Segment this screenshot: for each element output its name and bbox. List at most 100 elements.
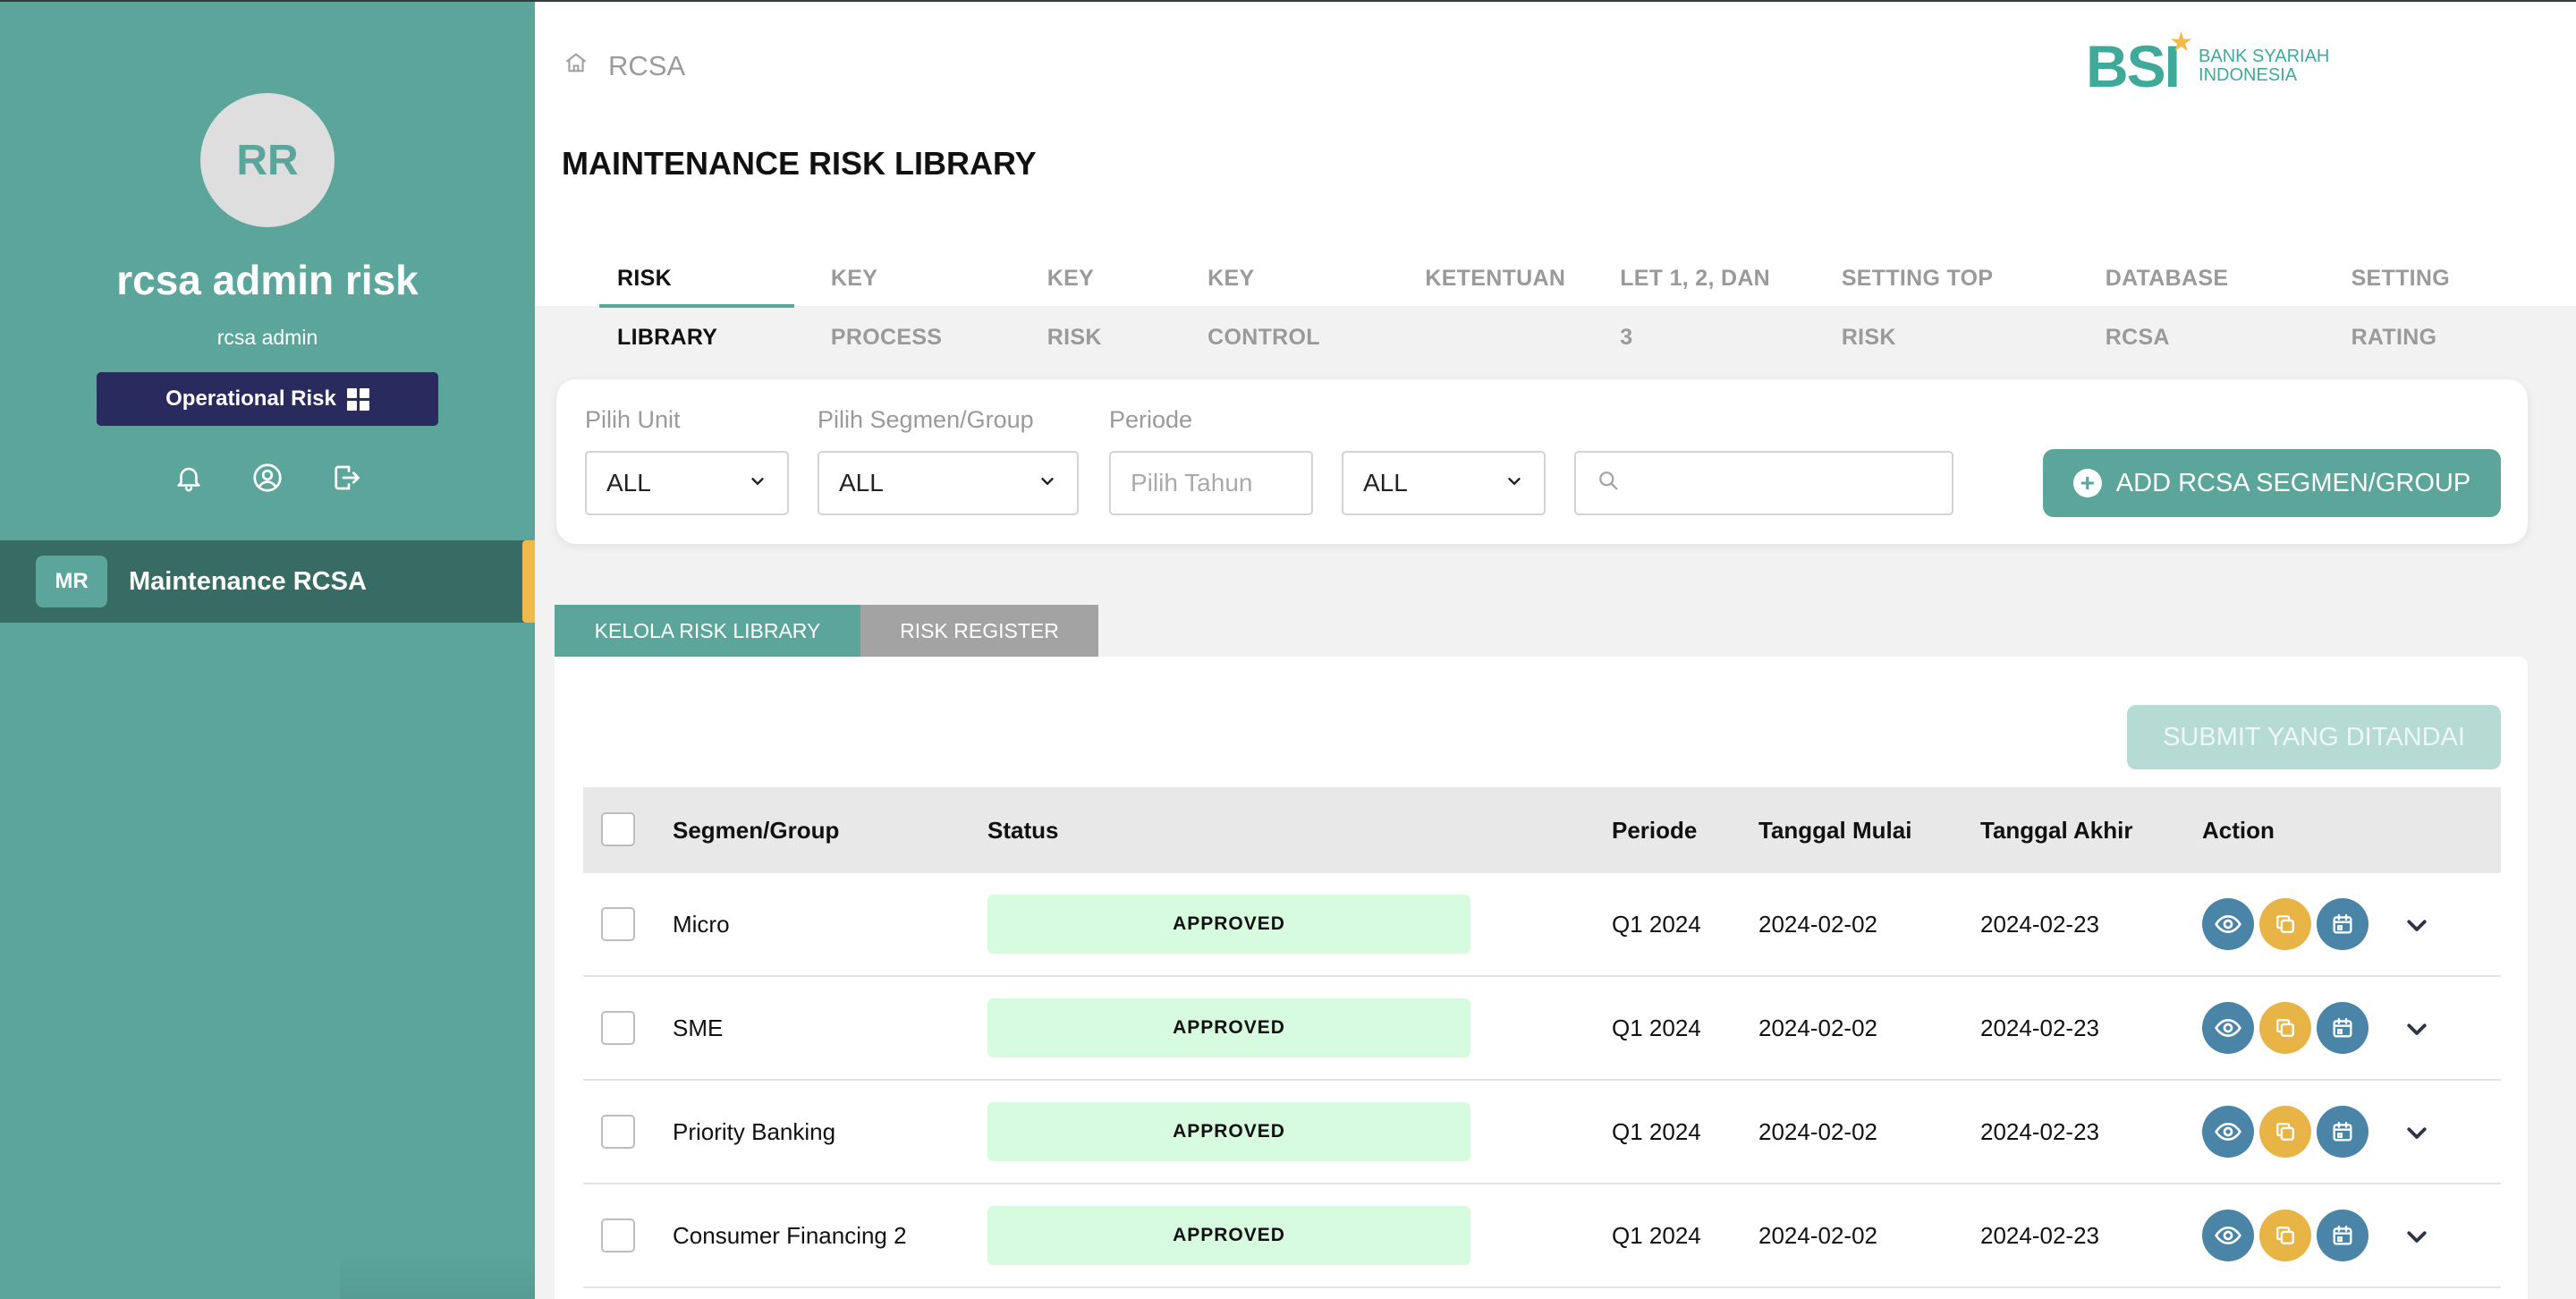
search-input[interactable] — [1574, 451, 1953, 515]
subtab-kelola-risk-library[interactable]: KELOLA RISK LIBRARY — [555, 605, 860, 657]
user-name: rcsa admin risk — [116, 257, 419, 303]
col-start: Tanggal Mulai — [1758, 817, 1912, 844]
cell-start: 2024-02-02 — [1758, 1222, 1877, 1249]
add-rcsa-segment-button[interactable]: + ADD RCSA SEGMEN/GROUP — [2043, 449, 2501, 517]
quarter-select-value: ALL — [1363, 469, 1408, 497]
star-icon: ★ — [2169, 28, 2193, 57]
eye-icon[interactable] — [2202, 1002, 2254, 1054]
user-circle-icon[interactable] — [251, 462, 284, 494]
grid-icon — [346, 387, 369, 411]
eye-icon[interactable] — [2202, 898, 2254, 950]
logout-icon[interactable] — [330, 462, 362, 494]
tab-setting-rating[interactable]: SETTING RATING — [2334, 249, 2557, 350]
cell-start: 2024-02-02 — [1758, 1015, 1877, 1041]
quarter-select[interactable]: ALL — [1342, 451, 1546, 515]
cell-segment: Priority Banking — [673, 1118, 836, 1145]
breadcrumb-current[interactable]: RCSA — [608, 50, 685, 82]
cell-period: Q1 2024 — [1612, 1222, 1701, 1249]
year-placeholder: Pilih Tahun — [1131, 469, 1253, 497]
cell-segment: SME — [673, 1015, 724, 1041]
user-role: rcsa admin — [216, 326, 318, 349]
search-icon — [1596, 468, 1621, 499]
segment-select-value: ALL — [839, 469, 884, 497]
table-header: Segmen/Group Status Periode Tanggal Mula… — [583, 787, 2501, 873]
tab-key-risk[interactable]: KEY RISK — [1030, 249, 1171, 350]
calendar-icon[interactable] — [2317, 1002, 2368, 1054]
cell-end: 2024-02-23 — [1980, 1118, 2099, 1145]
plus-circle-icon: + — [2072, 469, 2102, 497]
tab-key-control[interactable]: KEY CONTROL — [1190, 249, 1388, 350]
filter-card: Pilih Unit ALL Pilih Segmen/Group ALL Pe… — [556, 379, 2528, 544]
brand-logo: BSI ★ BANK SYARIAH INDONESIA — [2086, 28, 2330, 100]
submit-marked-button[interactable]: SUBMIT YANG DITANDAI — [2127, 705, 2501, 769]
cell-segment: Micro — [673, 911, 730, 938]
tab-key-process[interactable]: KEY PROCESS — [813, 249, 1011, 350]
segment-select[interactable]: ALL — [818, 451, 1079, 515]
chevron-down-icon[interactable] — [2399, 1115, 2435, 1150]
table-row: SME APPROVED Q1 2024 2024-02-02 2024-02-… — [583, 977, 2501, 1081]
tab-database-rcsa[interactable]: DATABASE RCSA — [2088, 249, 2315, 350]
col-end: Tanggal Akhir — [1980, 817, 2133, 844]
tab-risk-library[interactable]: RISK LIBRARY — [599, 249, 794, 350]
chevron-down-icon — [1504, 469, 1524, 497]
row-checkbox[interactable] — [601, 907, 635, 941]
cell-period: Q1 2024 — [1612, 911, 1701, 938]
home-icon[interactable] — [564, 50, 589, 82]
chevron-down-icon — [1038, 469, 1057, 497]
copy-icon[interactable] — [2259, 898, 2311, 950]
tab-let[interactable]: LET 1, 2, DAN 3 — [1602, 249, 1805, 350]
table-row: Priority Banking APPROVED Q1 2024 2024-0… — [583, 1081, 2501, 1184]
select-all-checkbox[interactable] — [601, 812, 635, 846]
nav-badge: MR — [36, 556, 107, 607]
avatar[interactable]: RR — [200, 93, 335, 227]
table-panel: SUBMIT YANG DITANDAI Segmen/Group Status… — [555, 657, 2528, 1299]
row-checkbox[interactable] — [601, 1011, 635, 1045]
calendar-icon[interactable] — [2317, 1106, 2368, 1158]
year-input[interactable]: Pilih Tahun — [1109, 451, 1313, 515]
cell-start: 2024-02-02 — [1758, 1118, 1877, 1145]
sidebar: RR rcsa admin risk rcsa admin Operationa… — [0, 0, 535, 1299]
calendar-icon[interactable] — [2317, 1210, 2368, 1261]
eye-icon[interactable] — [2202, 1106, 2254, 1158]
unit-select-value: ALL — [606, 469, 651, 497]
tab-setting-top-risk[interactable]: SETTING TOP RISK — [1824, 249, 2069, 350]
logo-text: BANK SYARIAH INDONESIA — [2199, 47, 2330, 85]
status-badge: APPROVED — [987, 1102, 1470, 1161]
copy-icon[interactable] — [2259, 1002, 2311, 1054]
sidebar-shadow — [340, 1254, 535, 1299]
status-badge: APPROVED — [987, 998, 1470, 1057]
copy-icon[interactable] — [2259, 1106, 2311, 1158]
header: RCSA MAINTENANCE RISK LIBRARY BSI ★ BANK … — [535, 0, 2576, 350]
copy-icon[interactable] — [2259, 1210, 2311, 1261]
col-action: Action — [2202, 817, 2275, 844]
module-label: Operational Risk — [165, 386, 336, 411]
table-row: Consumer Financing 2 APPROVED Q1 2024 20… — [583, 1184, 2501, 1288]
eye-icon[interactable] — [2202, 1210, 2254, 1261]
bell-icon[interactable] — [173, 462, 205, 494]
tab-ketentuan[interactable]: KETENTUAN — [1407, 249, 1583, 308]
active-indicator — [522, 540, 535, 623]
chevron-down-icon[interactable] — [2399, 1218, 2435, 1254]
module-switch-button[interactable]: Operational Risk — [97, 372, 438, 426]
col-status: Status — [987, 817, 1059, 844]
cell-end: 2024-02-23 — [1980, 1222, 2099, 1249]
sidebar-item-label: Maintenance RCSA — [129, 566, 367, 596]
cell-start: 2024-02-02 — [1758, 911, 1877, 938]
calendar-icon[interactable] — [2317, 898, 2368, 950]
unit-select[interactable]: ALL — [585, 451, 789, 515]
cell-period: Q1 2024 — [1612, 1015, 1701, 1041]
add-button-label: ADD RCSA SEGMEN/GROUP — [2115, 468, 2471, 497]
cell-period: Q1 2024 — [1612, 1118, 1701, 1145]
status-badge: APPROVED — [987, 1206, 1470, 1265]
row-checkbox[interactable] — [601, 1218, 635, 1252]
cell-end: 2024-02-23 — [1980, 1015, 2099, 1041]
table-row: Micro APPROVED Q1 2024 2024-02-02 2024-0… — [583, 873, 2501, 977]
sidebar-item-maintenance-rcsa[interactable]: MR Maintenance RCSA — [0, 540, 535, 623]
cell-end: 2024-02-23 — [1980, 911, 2099, 938]
sidebar-icon-row — [0, 462, 535, 494]
row-checkbox[interactable] — [601, 1115, 635, 1149]
chevron-down-icon[interactable] — [2399, 1011, 2435, 1047]
chevron-down-icon[interactable] — [2399, 907, 2435, 943]
subtab-risk-register[interactable]: RISK REGISTER — [860, 605, 1098, 657]
cell-segment: Consumer Financing 2 — [673, 1222, 907, 1249]
